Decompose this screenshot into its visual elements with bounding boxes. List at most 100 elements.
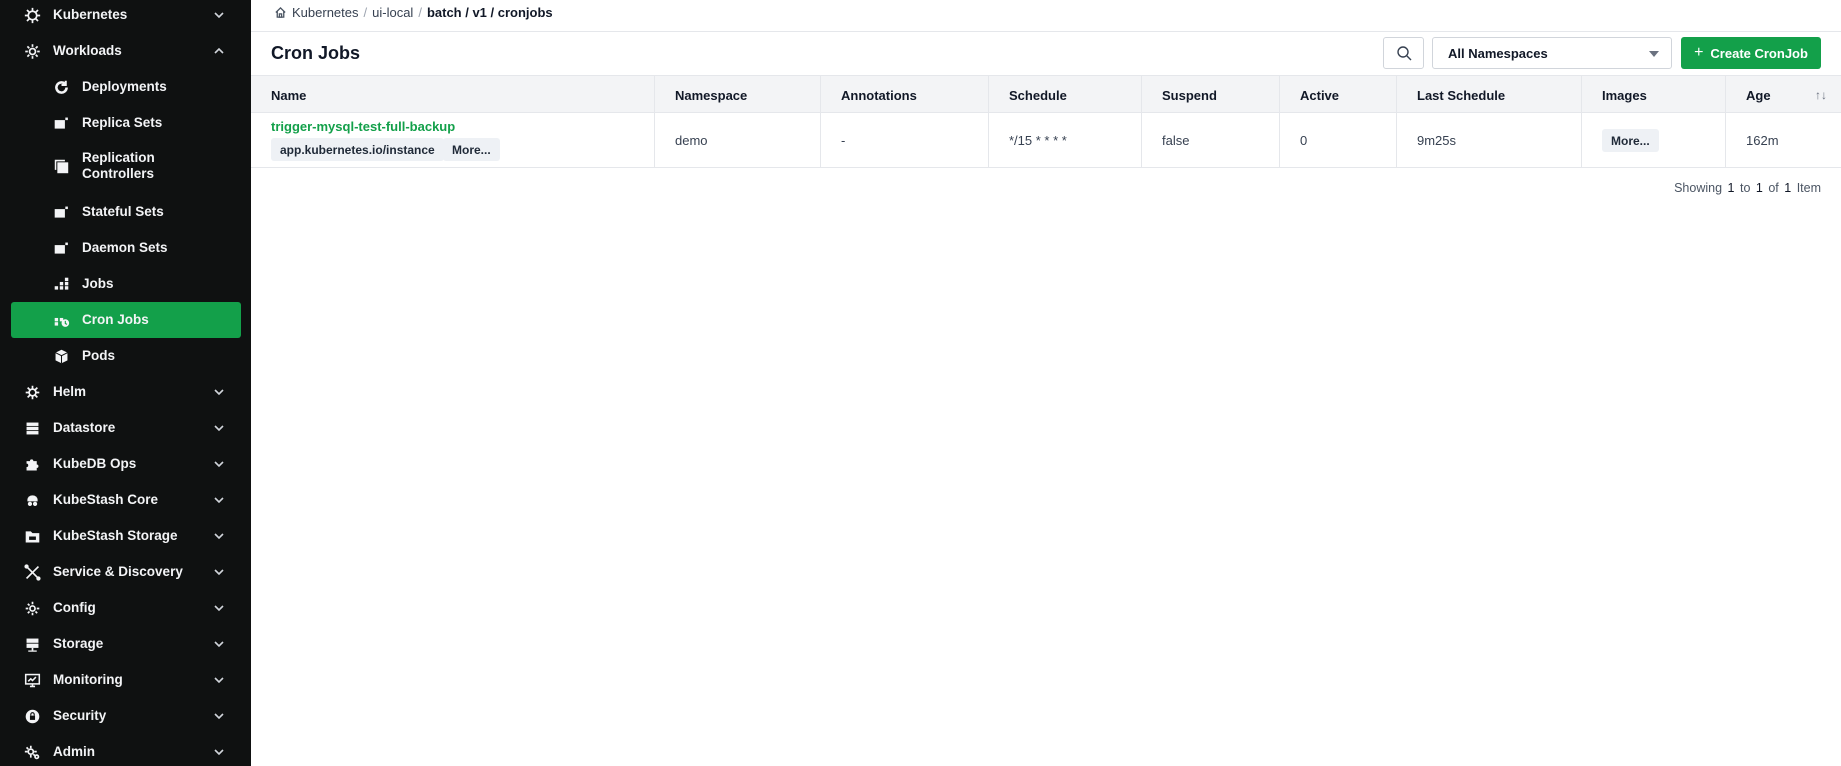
column-header-schedule[interactable]: Schedule	[989, 76, 1142, 114]
cronjob-name-link[interactable]: trigger-mysql-test-full-backup	[271, 119, 455, 134]
sidebar-item-label: Pods	[82, 348, 116, 363]
admin-gear-icon	[23, 743, 41, 761]
statefulset-icon	[52, 203, 70, 221]
sidebar-item-daemon-sets[interactable]: Daemon Sets	[11, 230, 241, 266]
sidebar-item-label: Daemon Sets	[82, 240, 168, 255]
chevron-down-icon	[214, 713, 224, 720]
config-gear-icon	[23, 599, 41, 617]
chevron-up-icon	[214, 47, 224, 54]
sidebar-item-replica-sets[interactable]: Replica Sets	[11, 105, 241, 141]
cell-suspend: false	[1142, 113, 1280, 168]
sidebar-item-deployments[interactable]: Deployments	[11, 69, 241, 105]
sidebar-item-admin[interactable]: Admin	[11, 734, 241, 766]
replication-controller-icon	[52, 157, 70, 175]
home-icon[interactable]	[274, 6, 287, 19]
daemonset-icon	[52, 239, 70, 257]
sidebar-item-replication-controllers[interactable]: Replication Controllers	[11, 144, 241, 188]
chevron-down-icon	[214, 641, 224, 648]
sidebar-item-label: Jobs	[82, 276, 114, 291]
cell-annotations: -	[821, 113, 989, 168]
plus-icon: +	[1694, 44, 1704, 61]
search-button[interactable]	[1383, 37, 1424, 69]
sidebar-item-label: Deployments	[82, 79, 167, 94]
lock-icon	[23, 707, 41, 725]
column-header-active[interactable]: Active	[1280, 76, 1397, 114]
search-icon	[1396, 46, 1411, 61]
sidebar-item-stateful-sets[interactable]: Stateful Sets	[11, 194, 241, 230]
sidebar-item-jobs[interactable]: Jobs	[11, 266, 241, 302]
deployment-icon	[52, 78, 70, 96]
sidebar-item-kubedb-ops[interactable]: KubeDB Ops	[11, 446, 241, 482]
sidebar-item-label: Admin	[53, 744, 95, 759]
chevron-down-icon	[214, 425, 224, 432]
column-header-age[interactable]: Age ↑↓	[1726, 76, 1841, 114]
pager-of-word: of	[1768, 181, 1779, 195]
sidebar-item-label: Kubernetes	[53, 7, 128, 22]
images-more-button[interactable]: More...	[1602, 129, 1659, 152]
breadcrumb-current: batch / v1 / cronjobs	[426, 4, 553, 20]
sidebar-item-datastore[interactable]: Datastore	[11, 410, 241, 446]
cell-active: 0	[1280, 113, 1397, 168]
column-header-images[interactable]: Images	[1582, 76, 1726, 114]
sidebar-item-security[interactable]: Security	[11, 698, 241, 734]
sort-icon[interactable]: ↑↓	[1815, 88, 1827, 102]
chevron-down-icon	[214, 677, 224, 684]
breadcrumb-kubernetes[interactable]: Kubernetes	[292, 5, 359, 20]
sidebar-item-cron-jobs[interactable]: Cron Jobs	[11, 302, 241, 338]
sidebar-item-label: Stateful Sets	[82, 204, 164, 219]
sidebar: Kubernetes Workloads Deployments Replica…	[0, 0, 251, 766]
pod-cube-icon	[52, 347, 70, 365]
folder-icon	[23, 527, 41, 545]
cronjob-icon	[52, 311, 70, 329]
labels-more-button[interactable]: More...	[443, 138, 500, 161]
create-cronjob-button[interactable]: + Create CronJob	[1681, 37, 1821, 69]
chevron-down-icon	[214, 389, 224, 396]
label-tag: app.kubernetes.io/instance	[271, 138, 444, 161]
cell-name: trigger-mysql-test-full-backup app.kuber…	[251, 113, 655, 168]
pager-to-word: to	[1739, 181, 1751, 195]
column-header-last-schedule[interactable]: Last Schedule	[1397, 76, 1582, 114]
sidebar-item-kubestash-storage[interactable]: KubeStash Storage	[11, 518, 241, 554]
sidebar-item-kubestash-core[interactable]: KubeStash Core	[11, 482, 241, 518]
cell-last-schedule: 9m25s	[1397, 113, 1582, 168]
replicaset-icon	[52, 114, 70, 132]
table-header: Name Namespace Annotations Schedule Susp…	[251, 75, 1841, 114]
chevron-down-icon	[214, 497, 224, 504]
puzzle-icon	[23, 455, 41, 473]
sidebar-item-pods[interactable]: Pods	[11, 338, 241, 374]
column-header-suspend[interactable]: Suspend	[1142, 76, 1280, 114]
breadcrumb-separator: /	[418, 4, 422, 20]
breadcrumb-cluster[interactable]: ui-local	[372, 5, 413, 20]
cell-schedule: */15 * * * *	[989, 113, 1142, 168]
helm-wheel-icon	[23, 6, 41, 24]
chevron-down-icon	[214, 569, 224, 576]
sidebar-item-monitoring[interactable]: Monitoring	[11, 662, 241, 698]
sidebar-item-label: Helm	[53, 384, 87, 399]
page-title: Cron Jobs	[271, 43, 361, 63]
sidebar-item-label: Config	[53, 600, 96, 615]
chevron-down-icon	[214, 461, 224, 468]
table-row: trigger-mysql-test-full-backup app.kuber…	[251, 113, 1841, 168]
column-header-annotations[interactable]: Annotations	[821, 76, 989, 114]
workloads-gear-icon	[23, 42, 41, 60]
pager-prefix: Showing	[1674, 181, 1723, 195]
sidebar-item-service-discovery[interactable]: Service & Discovery	[11, 554, 241, 590]
sidebar-item-label: KubeStash Storage	[53, 528, 178, 543]
monitor-icon	[23, 671, 41, 689]
namespace-select[interactable]: All Namespaces	[1432, 37, 1672, 69]
column-header-namespace[interactable]: Namespace	[655, 76, 821, 114]
sidebar-item-label: Datastore	[53, 420, 116, 435]
sidebar-item-config[interactable]: Config	[11, 590, 241, 626]
network-icon	[23, 563, 41, 581]
sidebar-item-label: Workloads	[53, 43, 122, 58]
datastore-icon	[23, 419, 41, 437]
create-cronjob-label: Create CronJob	[1710, 45, 1808, 61]
column-header-age-label: Age	[1746, 87, 1771, 103]
sidebar-item-storage[interactable]: Storage	[11, 626, 241, 662]
chevron-down-icon	[214, 12, 224, 19]
column-header-name[interactable]: Name	[251, 76, 655, 114]
sidebar-item-kubernetes[interactable]: Kubernetes	[11, 0, 241, 33]
pager-total: 1	[1784, 181, 1792, 195]
sidebar-item-helm[interactable]: Helm	[11, 374, 241, 410]
sidebar-item-workloads[interactable]: Workloads	[11, 33, 241, 69]
